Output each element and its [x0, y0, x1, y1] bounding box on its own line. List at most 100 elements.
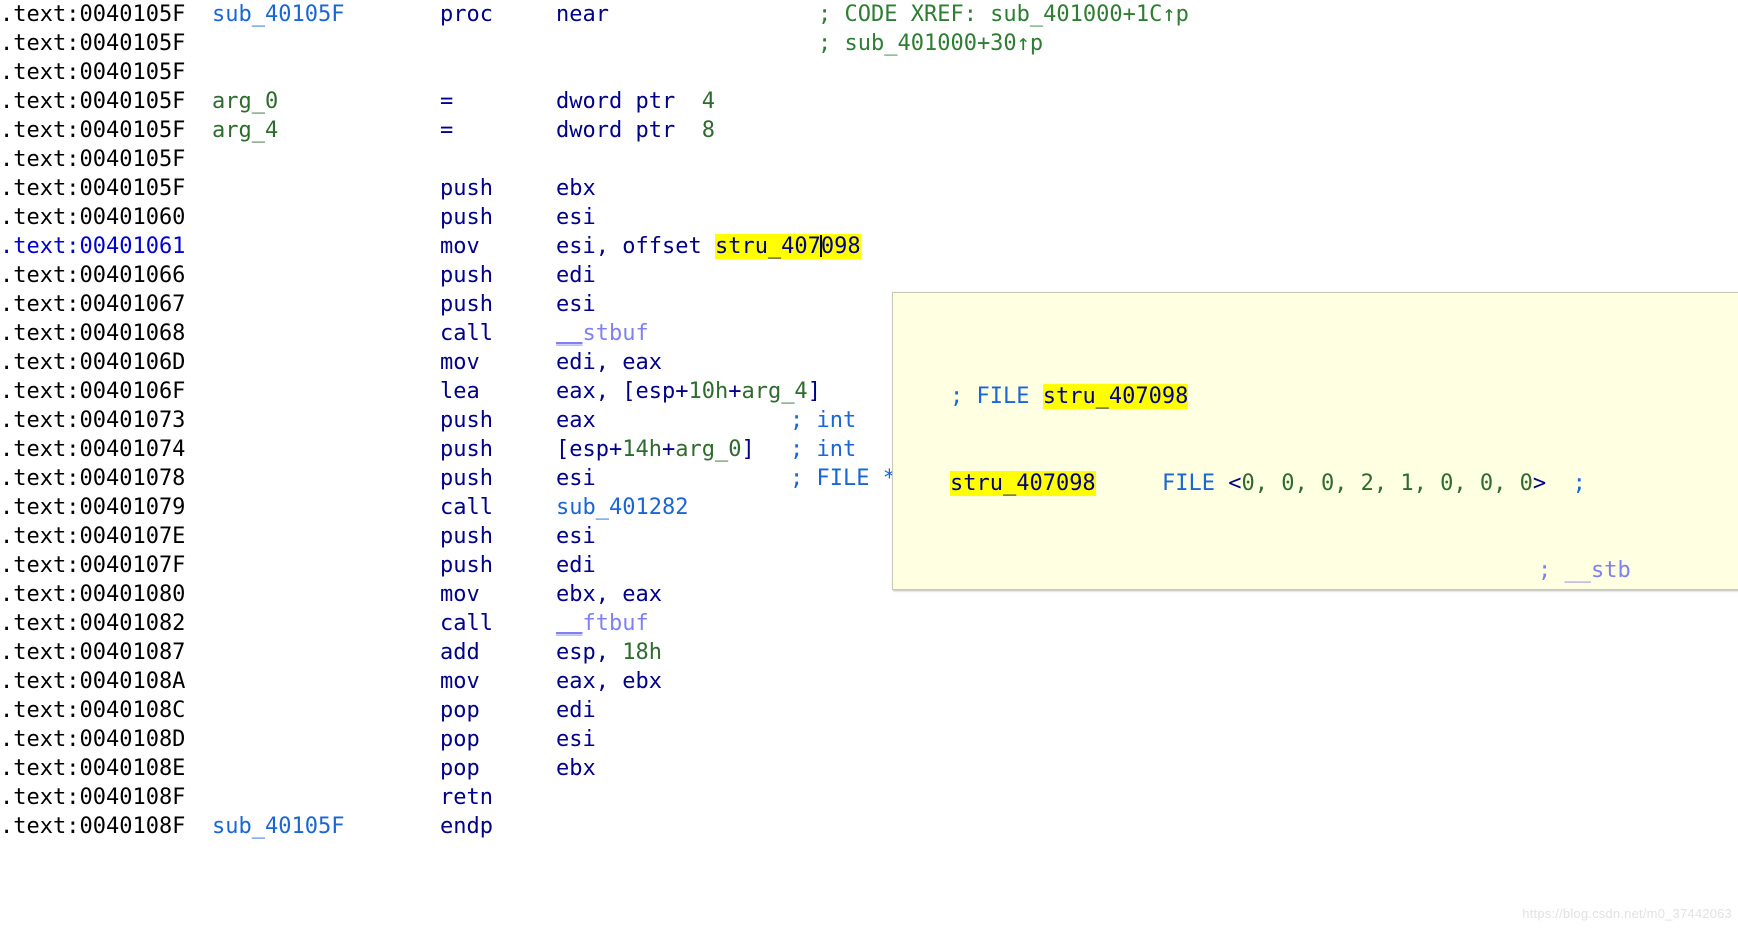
- operand-text: edi: [556, 553, 596, 578]
- row-label[interactable]: arg_4: [212, 116, 440, 145]
- row-operands[interactable]: esi: [556, 290, 596, 319]
- hint-trailing-semicolon: ;: [1572, 471, 1586, 496]
- row-address: .text:00401073: [0, 408, 186, 433]
- row-address: .text:0040108D: [0, 727, 186, 752]
- row-mnemonic: =: [440, 118, 454, 143]
- row-mnemonic: lea: [440, 379, 480, 404]
- row-address: .text:0040105F: [0, 176, 186, 201]
- row-comment: ; CODE XREF: sub_401000+1C↑p: [818, 2, 1189, 27]
- row-mnemonic: pop: [440, 727, 480, 752]
- row-mnemonic: mov: [440, 582, 480, 607]
- row-address: .text:00401061: [0, 234, 186, 259]
- hint-struct-name: stru_407098: [949, 471, 1096, 496]
- import-call-target[interactable]: __stbuf: [556, 321, 649, 346]
- row-operands[interactable]: edi, eax: [556, 348, 662, 377]
- row-operands[interactable]: esi: [556, 203, 596, 232]
- operand-text: esi: [556, 466, 596, 491]
- operand-text: esi: [556, 727, 596, 752]
- row-mnemonic: push: [440, 437, 493, 462]
- row-mnemonic: retn: [440, 785, 493, 810]
- row-operands[interactable]: dword ptr 4: [556, 87, 715, 116]
- operand-text: ]: [741, 437, 755, 462]
- disasm-row[interactable]: .text:00401061 mov esi, offset stru_407098: [0, 232, 1738, 261]
- hint-comment-prefix: ; FILE: [949, 384, 1043, 409]
- row-operands[interactable]: edi: [556, 696, 596, 725]
- row-operands[interactable]: __stbuf: [556, 319, 649, 348]
- disasm-row[interactable]: .text:0040105F sub_40105F proc near ; CODE X…: [0, 0, 1738, 29]
- row-mnemonic: push: [440, 263, 493, 288]
- disasm-row[interactable]: .text:00401066 push edi: [0, 261, 1738, 290]
- row-mnemonic: call: [440, 321, 493, 346]
- operand-number: 18h: [622, 640, 662, 665]
- disasm-row[interactable]: .text:00401087 add esp, 18h: [0, 638, 1738, 667]
- operand-text: edi: [556, 698, 596, 723]
- row-operands[interactable]: __ftbuf: [556, 609, 649, 638]
- row-operands[interactable]: dword ptr 8: [556, 116, 715, 145]
- disasm-row[interactable]: .text:0040105F: [0, 58, 1738, 87]
- row-mnemonic: call: [440, 611, 493, 636]
- hint-struct-close: >: [1532, 471, 1547, 496]
- row-operands[interactable]: esp, 18h: [556, 638, 662, 667]
- row-address: .text:00401067: [0, 292, 186, 317]
- row-address: .text:0040108A: [0, 669, 186, 694]
- row-operands[interactable]: [esp+14h+arg_0]: [556, 435, 755, 464]
- operand-text: near: [556, 2, 609, 27]
- import-call-target[interactable]: __ftbuf: [556, 611, 649, 636]
- row-operands[interactable]: ebx: [556, 754, 596, 783]
- hint-line-3: ; __stb: [897, 527, 1738, 583]
- operand-text: edi: [556, 263, 596, 288]
- row-operands[interactable]: edi: [556, 261, 596, 290]
- operand-number: 8: [701, 118, 715, 143]
- row-comment: ; FILE *: [790, 466, 896, 491]
- row-operands[interactable]: near: [556, 0, 609, 29]
- operand-text: eax, ebx: [556, 669, 662, 694]
- row-address: .text:0040107E: [0, 524, 186, 549]
- disasm-row[interactable]: .text:0040108E pop ebx: [0, 754, 1738, 783]
- highlighted-symbol[interactable]: stru_407098: [714, 234, 861, 259]
- row-address: .text:0040105F: [0, 89, 186, 114]
- row-operands[interactable]: esi: [556, 522, 596, 551]
- row-label[interactable]: sub_40105F: [212, 812, 440, 841]
- row-operands[interactable]: esi: [556, 464, 596, 493]
- operand-number: arg_4: [741, 379, 808, 404]
- disasm-row[interactable]: .text:00401082 call __ftbuf: [0, 609, 1738, 638]
- disasm-row[interactable]: .text:0040108F retn: [0, 783, 1738, 812]
- row-address: .text:00401079: [0, 495, 186, 520]
- disasm-row[interactable]: .text:0040108C pop edi: [0, 696, 1738, 725]
- row-label[interactable]: sub_40105F: [212, 0, 440, 29]
- row-label[interactable]: arg_0: [212, 87, 440, 116]
- row-operands[interactable]: esi, offset stru_407098: [556, 232, 861, 261]
- row-mnemonic: push: [440, 408, 493, 433]
- operand-text: dword ptr: [556, 89, 702, 114]
- row-address: .text:00401078: [0, 466, 186, 491]
- operand-number: 14h: [622, 437, 662, 462]
- row-mnemonic: =: [440, 89, 454, 114]
- operand-text: sub_401282: [556, 495, 689, 520]
- row-operands[interactable]: eax: [556, 406, 596, 435]
- row-mnemonic: pop: [440, 698, 480, 723]
- disasm-row[interactable]: .text:0040105F: [0, 145, 1738, 174]
- row-operands[interactable]: esi: [556, 725, 596, 754]
- disasm-row[interactable]: .text:0040108A mov eax, ebx: [0, 667, 1738, 696]
- row-address: .text:00401082: [0, 611, 186, 636]
- row-mnemonic: push: [440, 176, 493, 201]
- row-address: .text:00401074: [0, 437, 186, 462]
- operand-text: eax: [556, 408, 596, 433]
- operand-text: edi, eax: [556, 350, 662, 375]
- row-address: .text:0040108E: [0, 756, 186, 781]
- row-operands[interactable]: ebx: [556, 174, 596, 203]
- disasm-row[interactable]: .text:0040105F arg_4 = dword ptr 8: [0, 116, 1738, 145]
- disasm-row[interactable]: .text:0040108D pop esi: [0, 725, 1738, 754]
- operand-text: esi: [556, 524, 596, 549]
- row-operands[interactable]: sub_401282: [556, 493, 688, 522]
- row-operands[interactable]: eax, ebx: [556, 667, 662, 696]
- disasm-row[interactable]: .text:00401060 push esi: [0, 203, 1738, 232]
- row-operands[interactable]: ebx, eax: [556, 580, 662, 609]
- disasm-row[interactable]: .text:0040108F sub_40105F endp: [0, 812, 1738, 841]
- operand-number: 10h: [688, 379, 729, 404]
- disasm-row[interactable]: .text:0040105F arg_0 = dword ptr 4: [0, 87, 1738, 116]
- disasm-row[interactable]: .text:0040105F push ebx: [0, 174, 1738, 203]
- disasm-row[interactable]: .text:0040105F ; sub_401000+30↑p: [0, 29, 1738, 58]
- row-operands[interactable]: eax, [esp+10h+arg_4]: [556, 377, 821, 406]
- row-operands[interactable]: edi: [556, 551, 596, 580]
